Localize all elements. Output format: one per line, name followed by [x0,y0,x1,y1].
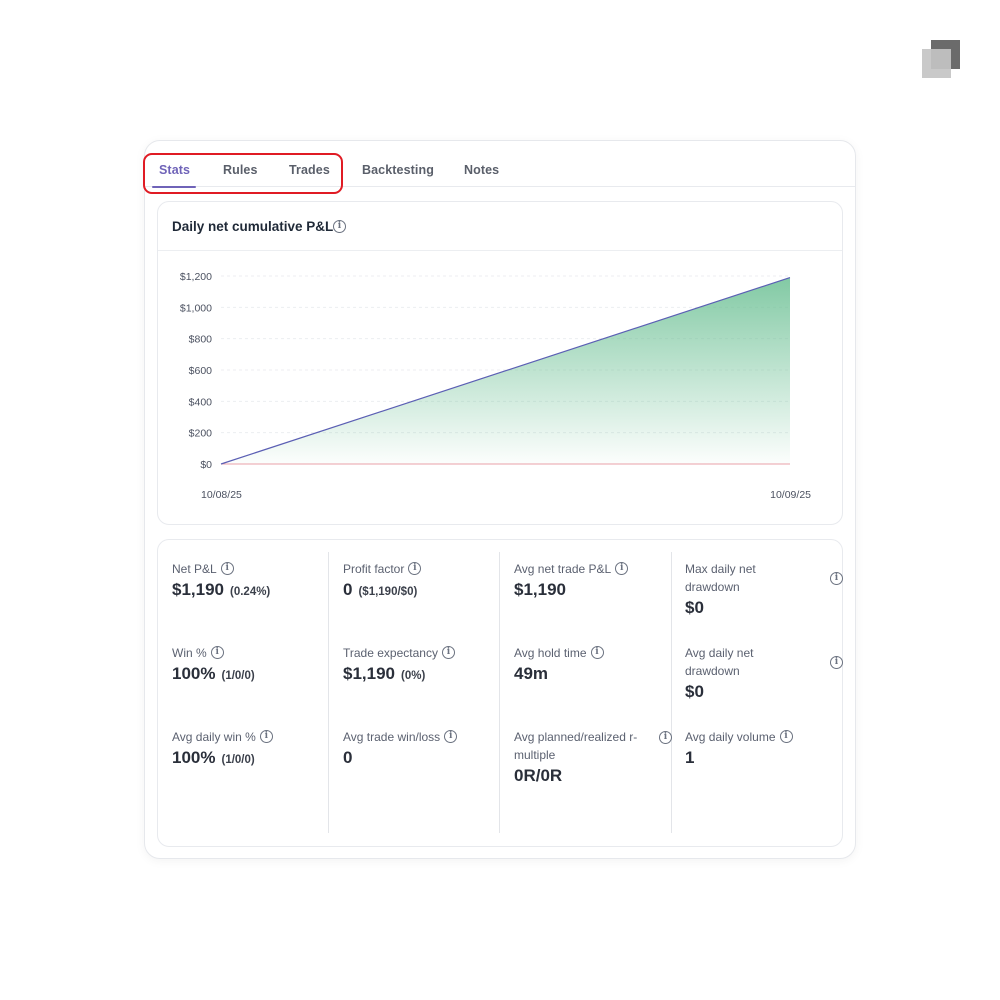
info-icon[interactable]: i [615,562,629,576]
stat-label: Win % [172,646,207,660]
analytics-card: Stats Rules Trades Backtesting Notes Dai… [143,140,856,859]
stat-label: Avg planned/realized r-multiple [514,730,638,762]
stat-avg-daily-win-pct: Avg daily win % i 100% (1/0/0) [172,728,330,768]
y-tick-label: $1,200 [180,271,212,283]
stat-label: Net P&L [172,562,217,576]
stat-avg-hold-time: Avg hold time i 49m [514,644,672,684]
stat-sub: (0%) [401,670,426,682]
info-icon[interactable]: i [333,220,346,233]
info-icon[interactable]: i [210,646,224,660]
tab-bar: Stats Rules Trades Backtesting Notes [143,141,855,194]
cumulative-pl-chart-panel: Daily net cumulative P&L i $0 $200 $400 $60… [157,201,843,525]
app-logo [922,40,960,78]
stat-avg-trade-win-loss: Avg trade win/loss i 0 [343,728,501,768]
info-icon[interactable]: i [408,562,422,576]
stat-label: Avg daily volume [685,730,776,744]
stat-win-pct: Win % i 100% (1/0/0) [172,644,330,684]
stat-label: Avg daily net drawdown [685,646,754,678]
stat-avg-r-multiple: Avg planned/realized r-multiple i 0R/0R [514,728,672,786]
chart-header: Daily net cumulative P&L i [158,202,842,251]
stat-net-pl: Net P&L i $1,190 (0.24%) [172,560,330,600]
stat-max-daily-drawdown: Max daily net drawdown i $0 [685,560,843,618]
tab-backtesting[interactable]: Backtesting [362,163,434,177]
stat-sub: (0.24%) [230,586,271,598]
stat-label: Avg trade win/loss [343,730,441,744]
cumulative-pl-chart: $0 $200 $400 $600 $800 $1,000 $1,200 10/08/25 1… [180,271,811,501]
stat-sub: (1/0/0) [221,670,255,682]
stat-value: 0R/0R [514,766,563,785]
y-tick-label: $600 [189,365,213,377]
y-tick-label: $800 [189,334,213,346]
active-tab-indicator [152,186,196,188]
info-icon[interactable]: i [659,731,672,744]
stat-avg-daily-drawdown: Avg daily net drawdown i $0 [685,644,843,702]
tab-notes[interactable]: Notes [464,163,499,177]
stat-label: Profit factor [343,562,405,576]
stat-sub: ($1,190/$0) [358,586,418,598]
info-icon[interactable]: i [590,646,604,660]
stat-avg-daily-volume: Avg daily volume i 1 [685,728,843,768]
stat-trade-expectancy: Trade expectancy i $1,190 (0%) [343,644,501,684]
y-tick-label: $0 [200,459,212,471]
stat-profit-factor: Profit factor i 0 ($1,190/$0) [343,560,501,600]
info-icon[interactable]: i [830,656,843,669]
stat-value: 1 [685,748,695,767]
stat-label: Avg hold time [514,646,587,660]
stat-sub: (1/0/0) [221,754,255,766]
info-icon[interactable]: i [830,572,843,585]
stat-label: Avg net trade P&L [514,562,612,576]
stats-panel: Net P&L i $1,190 (0.24%) Profit factor i 0(… [157,539,843,847]
stat-value: $1,190 [343,664,395,683]
chart-title: Daily net cumulative P&L [172,219,334,234]
y-tick-label: $400 [189,396,213,408]
info-icon[interactable]: i [259,730,273,744]
stat-value: $1,190 [514,580,566,599]
stat-value: $0 [685,682,704,701]
stat-value: 49m [514,664,549,683]
info-icon[interactable]: i [779,730,793,744]
stat-label: Avg daily win % [172,730,256,744]
stat-value: 100% [172,748,216,767]
info-icon[interactable]: i [444,730,458,744]
tab-stats[interactable]: Stats [159,163,190,177]
tab-rules[interactable]: Rules [223,163,258,177]
x-tick-label: 10/08/25 [201,489,242,501]
tab-trades[interactable]: Trades [289,163,330,177]
stat-value: 0 [343,580,353,599]
stat-label: Trade expectancy [343,646,438,660]
stat-value: 0 [343,748,353,767]
info-icon[interactable]: i [220,562,234,576]
stat-value: $0 [685,598,704,617]
y-tick-label: $200 [189,428,213,440]
stat-value: $1,190 [172,580,224,599]
y-tick-label: $1,000 [180,302,212,314]
x-tick-label: 10/09/25 [770,489,811,501]
info-icon[interactable]: i [441,646,455,660]
stat-value: 100% [172,664,216,683]
stat-avg-net-trade-pl: Avg net trade P&L i $1,190 [514,560,672,600]
stat-label: Max daily net drawdown [685,562,756,594]
